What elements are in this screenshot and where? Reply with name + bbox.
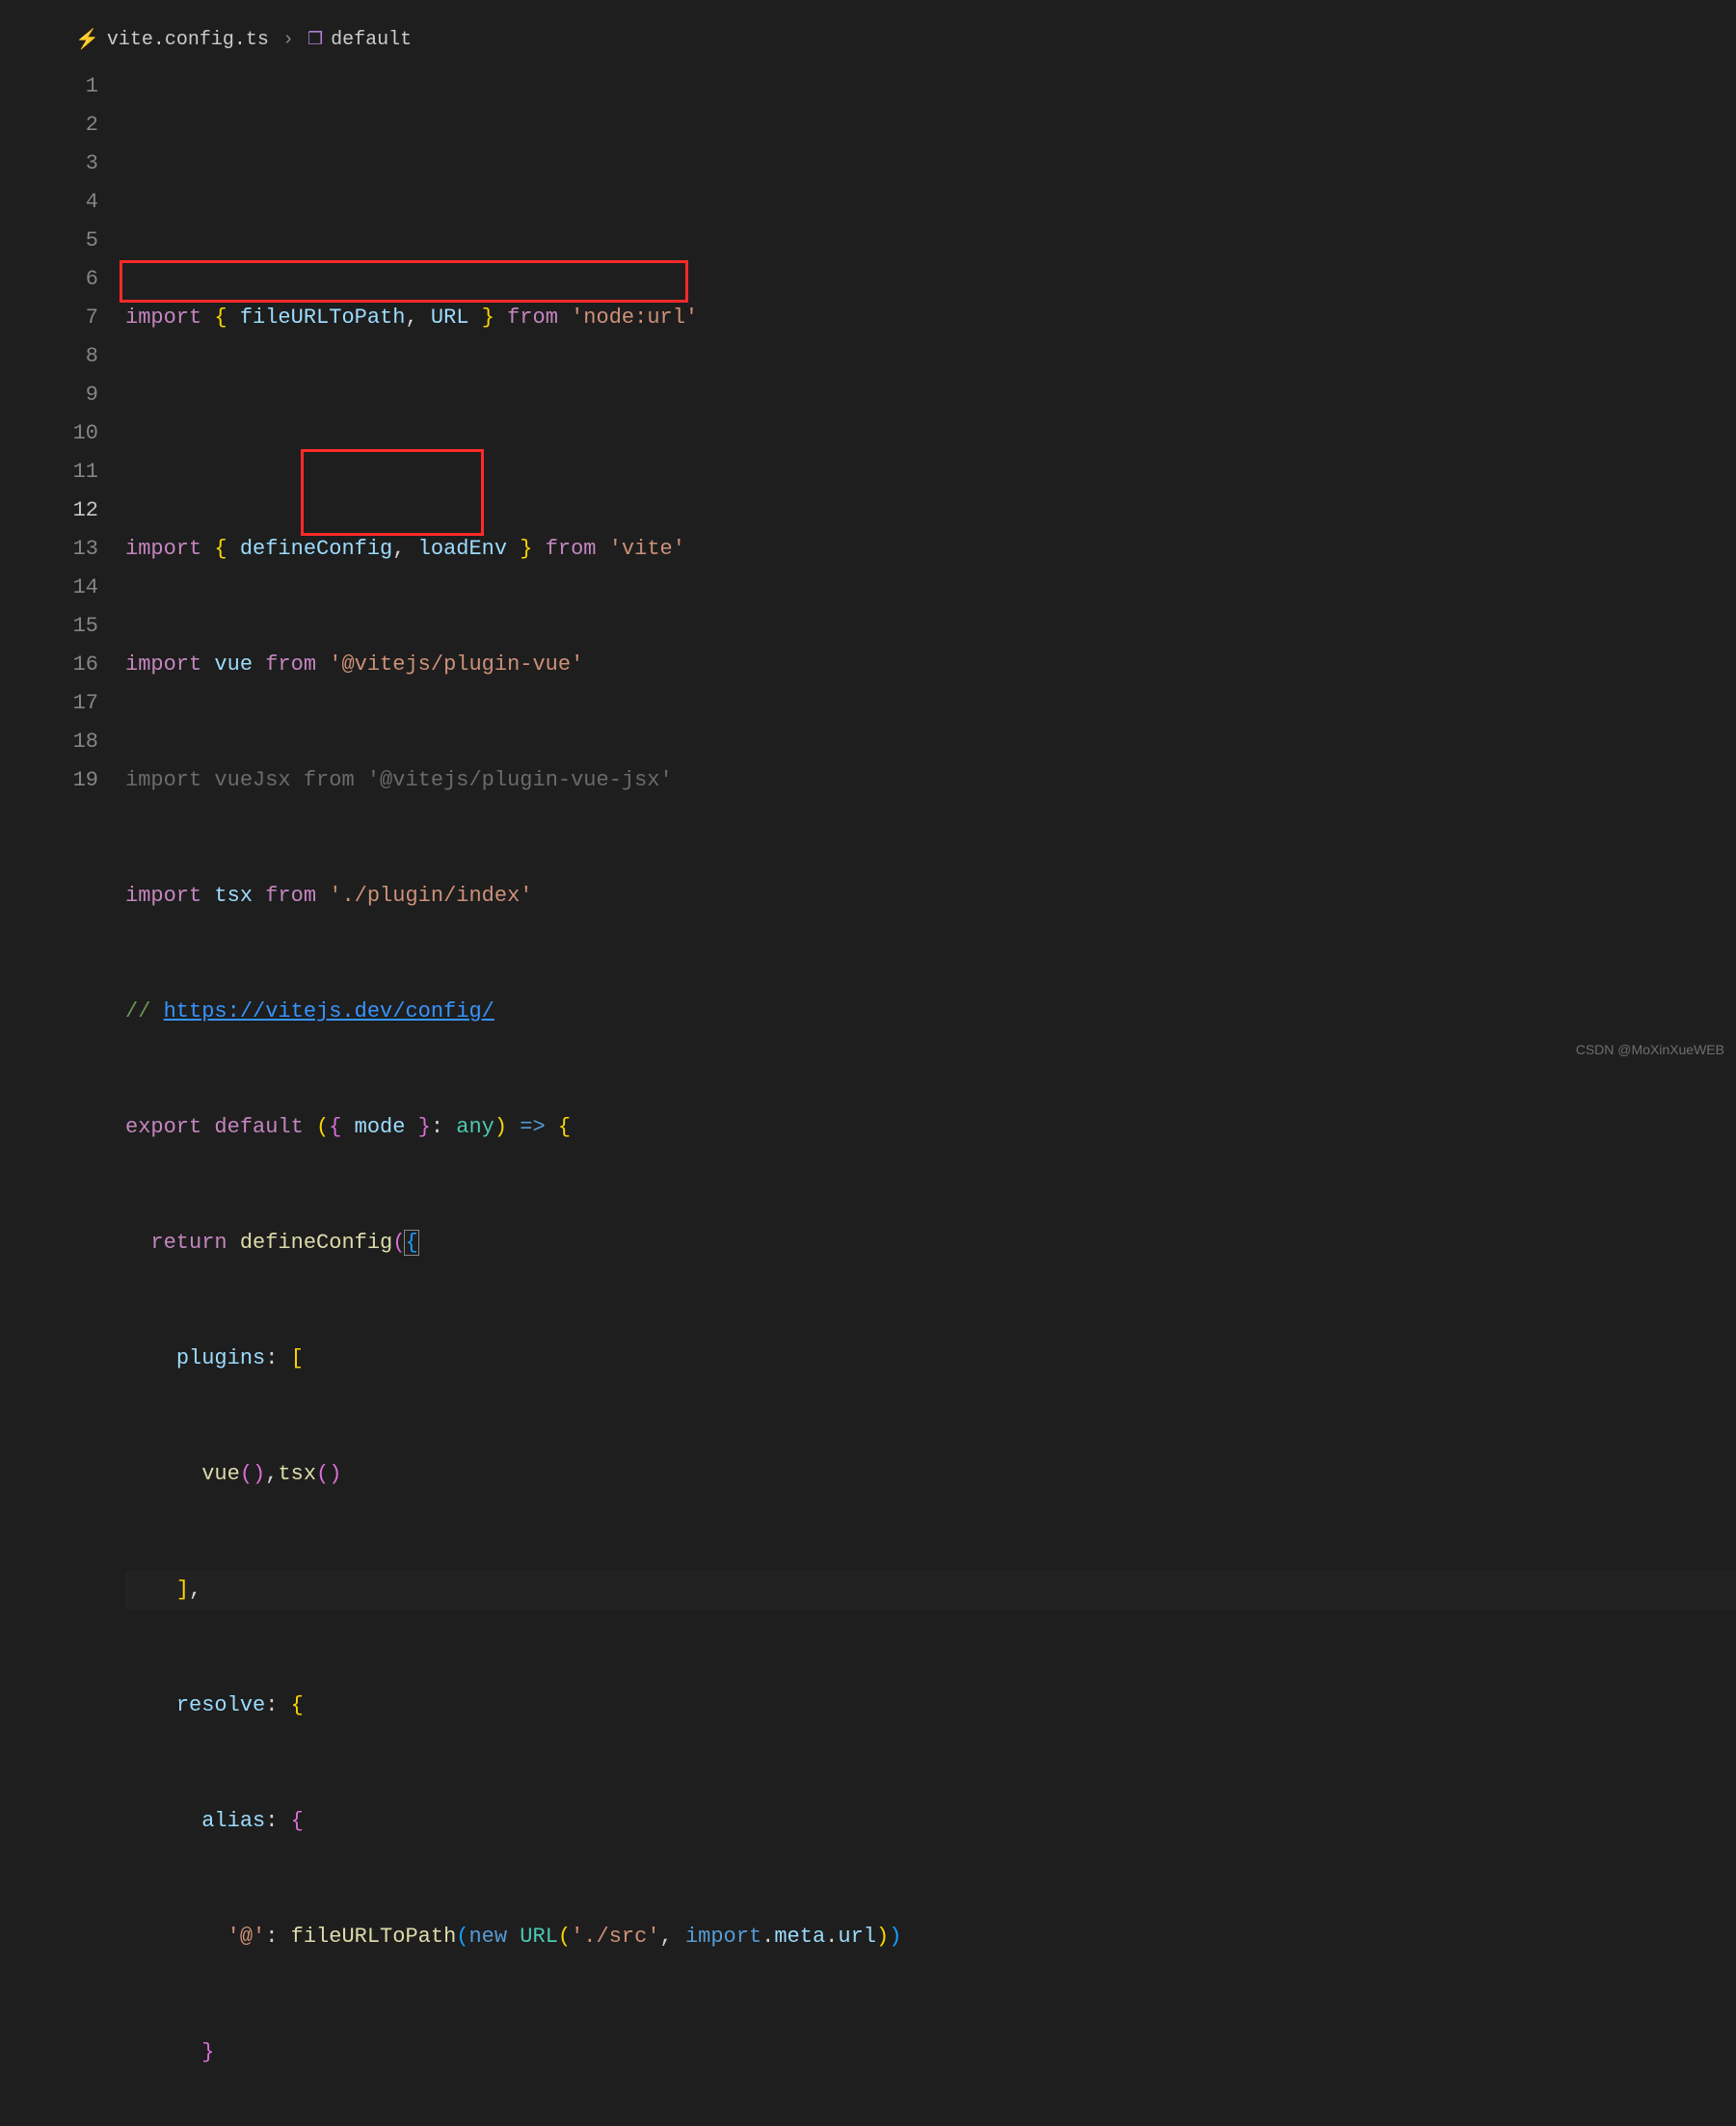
line-number: 16	[58, 646, 98, 684]
code-line[interactable]: import { defineConfig, loadEnv } from 'v…	[125, 530, 1736, 569]
line-number: 5	[58, 222, 98, 260]
code-line[interactable]: plugins: [	[125, 1340, 1736, 1378]
code-line[interactable]: }	[125, 2033, 1736, 2072]
editor-container: ⚡ vite.config.ts › ❒ default 1 2 3 4 5 6…	[0, 0, 1736, 2126]
line-number: 9	[58, 376, 98, 414]
code-content[interactable]: import { fileURLToPath, URL } from 'node…	[125, 67, 1736, 2126]
code-line[interactable]: '@': fileURLToPath(new URL('./src', impo…	[125, 1918, 1736, 1956]
line-number: 4	[58, 183, 98, 222]
line-number: 10	[58, 414, 98, 453]
line-number: 14	[58, 569, 98, 607]
cube-icon: ❒	[307, 29, 323, 50]
watermark: CSDN @MoXinXueWEB	[1576, 1042, 1724, 1057]
code-line[interactable]: import vue from '@vitejs/plugin-vue'	[125, 646, 1736, 684]
code-line[interactable]	[125, 414, 1736, 453]
code-area: 1 2 3 4 5 6 7 8 9 10 11 12 13 14 15 16 1…	[58, 67, 1736, 2126]
breadcrumb[interactable]: ⚡ vite.config.ts › ❒ default	[58, 19, 1736, 60]
code-line[interactable]: vue(),tsx()	[125, 1455, 1736, 1494]
code-line[interactable]: return defineConfig({	[125, 1224, 1736, 1262]
code-line[interactable]: export default ({ mode }: any) => {	[125, 1108, 1736, 1147]
breadcrumb-symbol[interactable]: default	[331, 29, 412, 51]
breadcrumb-file[interactable]: vite.config.ts	[107, 29, 269, 51]
highlight-box	[120, 260, 688, 303]
line-number: 18	[58, 723, 98, 761]
code-line[interactable]: import tsx from './plugin/index'	[125, 877, 1736, 916]
line-number: 8	[58, 337, 98, 376]
code-line[interactable]: import vueJsx from '@vitejs/plugin-vue-j…	[125, 761, 1736, 800]
line-number: 6	[58, 260, 98, 299]
line-number: 12	[58, 492, 98, 530]
line-number: 1	[58, 67, 98, 106]
code-line[interactable]: import { fileURLToPath, URL } from 'node…	[125, 299, 1736, 337]
line-number: 17	[58, 684, 98, 723]
code-line[interactable]: alias: {	[125, 1802, 1736, 1841]
line-number: 19	[58, 761, 98, 800]
line-number: 2	[58, 106, 98, 145]
code-line[interactable]: ],	[125, 1571, 1736, 1609]
line-number: 3	[58, 145, 98, 183]
line-number: 7	[58, 299, 98, 337]
line-number: 15	[58, 607, 98, 646]
line-number: 11	[58, 453, 98, 492]
line-number: 13	[58, 530, 98, 569]
line-number-gutter: 1 2 3 4 5 6 7 8 9 10 11 12 13 14 15 16 1…	[58, 67, 125, 2126]
code-line[interactable]: resolve: {	[125, 1687, 1736, 1725]
chevron-right-icon: ›	[282, 29, 294, 51]
lightning-icon: ⚡	[75, 27, 99, 52]
highlight-box	[301, 449, 484, 536]
code-line[interactable]: // https://vitejs.dev/config/	[125, 993, 1736, 1031]
